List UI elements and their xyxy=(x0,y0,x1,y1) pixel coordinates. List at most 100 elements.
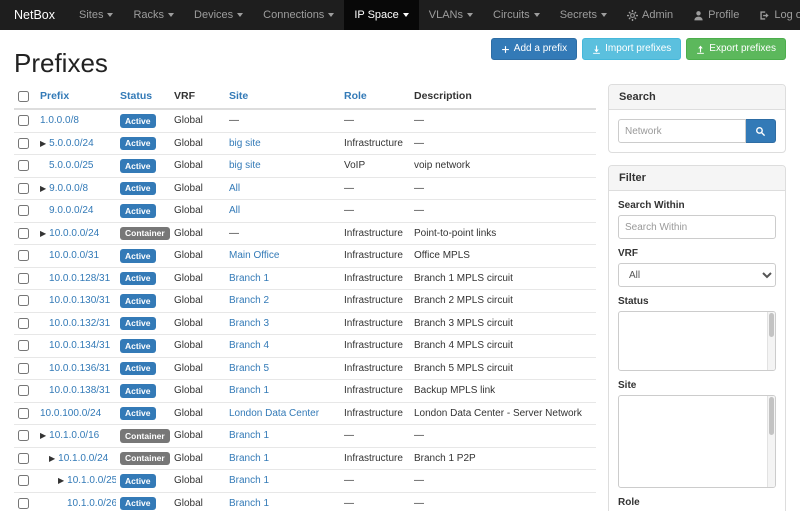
prefix-link[interactable]: 10.0.0.136/31 xyxy=(49,363,110,374)
row-checkbox[interactable] xyxy=(18,138,29,149)
row-checkbox[interactable] xyxy=(18,475,29,486)
prefix-link[interactable]: 10.0.0.128/31 xyxy=(49,273,110,284)
description-cell: — xyxy=(410,470,596,493)
nav-item[interactable]: Circuits xyxy=(483,0,550,30)
status-scrollbar[interactable] xyxy=(767,312,775,370)
site-link[interactable]: Branch 1 xyxy=(229,453,269,464)
prefix-link[interactable]: 10.0.100.0/24 xyxy=(40,408,101,419)
table-row: ▶10.1.0.0/16 Container Global Branch 1 —… xyxy=(14,425,596,448)
vrf-select[interactable]: All xyxy=(618,263,776,287)
row-checkbox[interactable] xyxy=(18,160,29,171)
site-link[interactable]: big site xyxy=(229,138,261,149)
expand-arrow-icon[interactable]: ▶ xyxy=(40,139,46,148)
row-checkbox[interactable] xyxy=(18,115,29,126)
row-checkbox[interactable] xyxy=(18,363,29,374)
status-badge: Container xyxy=(120,452,170,466)
nav-item[interactable]: Sites xyxy=(69,0,123,30)
site-link[interactable]: Branch 1 xyxy=(229,475,269,486)
logout-link[interactable]: Log out xyxy=(749,0,800,30)
prefix-link[interactable]: 9.0.0.0/8 xyxy=(49,183,88,194)
prefix-link[interactable]: 10.1.0.0/24 xyxy=(58,453,108,464)
search-button[interactable] xyxy=(746,119,776,143)
role-label: Role xyxy=(618,497,776,508)
site-link[interactable]: Branch 1 xyxy=(229,385,269,396)
profile-link[interactable]: Profile xyxy=(683,0,749,30)
prefix-link[interactable]: 10.0.0.0/24 xyxy=(49,228,99,239)
prefix-link[interactable]: 9.0.0.0/24 xyxy=(49,205,93,216)
export-prefixes-label: Export prefixes xyxy=(709,43,776,55)
site-link[interactable]: Branch 1 xyxy=(229,498,269,509)
row-checkbox[interactable] xyxy=(18,183,29,194)
status-listbox[interactable] xyxy=(618,311,776,371)
expand-arrow-icon[interactable]: ▶ xyxy=(49,454,55,463)
site-link[interactable]: London Data Center xyxy=(229,408,319,419)
prefix-link[interactable]: 10.0.0.0/31 xyxy=(49,250,99,261)
prefix-link[interactable]: 5.0.0.0/25 xyxy=(49,160,93,171)
column-header-site[interactable]: Site xyxy=(225,84,340,109)
site-link[interactable]: Branch 5 xyxy=(229,363,269,374)
caret-down-icon xyxy=(328,13,334,17)
column-header-status[interactable]: Status xyxy=(116,84,170,109)
nav-item[interactable]: VLANs xyxy=(419,0,483,30)
prefix-link[interactable]: 10.0.0.130/31 xyxy=(49,295,110,306)
nav-item[interactable]: Devices xyxy=(184,0,253,30)
nav-item[interactable]: Secrets xyxy=(550,0,617,30)
row-checkbox[interactable] xyxy=(18,228,29,239)
prefix-link[interactable]: 10.1.0.0/26 xyxy=(67,498,116,509)
column-header-role[interactable]: Role xyxy=(340,84,410,109)
column-header-prefix[interactable]: Prefix xyxy=(36,84,116,109)
site-link[interactable]: Branch 2 xyxy=(229,295,269,306)
expand-arrow-icon[interactable]: ▶ xyxy=(40,431,46,440)
brand-logo[interactable]: NetBox xyxy=(0,0,69,30)
status-badge: Active xyxy=(120,272,156,286)
expand-arrow-icon[interactable]: ▶ xyxy=(40,184,46,193)
nav-item[interactable]: IP Space xyxy=(344,0,418,30)
site-link[interactable]: big site xyxy=(229,160,261,171)
site-scrollbar[interactable] xyxy=(767,396,775,487)
role-cell: — xyxy=(340,200,410,223)
site-link[interactable]: Branch 3 xyxy=(229,318,269,329)
row-checkbox[interactable] xyxy=(18,453,29,464)
search-within-input[interactable] xyxy=(618,215,776,239)
site-link[interactable]: Branch 4 xyxy=(229,340,269,351)
role-cell: — xyxy=(340,425,410,448)
table-row: ▶10.0.0.130/31 Active Global Branch 2 In… xyxy=(14,290,596,313)
status-field: Status xyxy=(618,296,776,371)
row-checkbox[interactable] xyxy=(18,273,29,284)
row-checkbox[interactable] xyxy=(18,340,29,351)
site-link[interactable]: All xyxy=(229,183,240,194)
row-checkbox[interactable] xyxy=(18,385,29,396)
import-prefixes-button[interactable]: Import prefixes xyxy=(582,38,681,60)
row-checkbox[interactable] xyxy=(18,205,29,216)
prefix-link[interactable]: 10.0.0.134/31 xyxy=(49,340,110,351)
admin-link[interactable]: Admin xyxy=(617,0,683,30)
nav-item[interactable]: Connections xyxy=(253,0,344,30)
row-checkbox[interactable] xyxy=(18,430,29,441)
row-checkbox[interactable] xyxy=(18,318,29,329)
prefix-link[interactable]: 10.1.0.0/16 xyxy=(49,430,99,441)
row-checkbox[interactable] xyxy=(18,408,29,419)
expand-arrow-icon[interactable]: ▶ xyxy=(40,229,46,238)
prefix-link[interactable]: 5.0.0.0/24 xyxy=(49,138,93,149)
expand-arrow-icon[interactable]: ▶ xyxy=(58,476,64,485)
export-icon xyxy=(696,45,705,54)
search-input[interactable] xyxy=(618,119,746,143)
site-link[interactable]: Branch 1 xyxy=(229,273,269,284)
select-all-checkbox[interactable] xyxy=(18,91,29,102)
description-cell: voip network xyxy=(410,155,596,178)
row-checkbox[interactable] xyxy=(18,295,29,306)
site-listbox[interactable] xyxy=(618,395,776,488)
site-link[interactable]: Main Office xyxy=(229,250,279,261)
row-checkbox[interactable] xyxy=(18,498,29,509)
prefix-link[interactable]: 10.1.0.0/25 xyxy=(67,475,116,486)
add-prefix-button[interactable]: Add a prefix xyxy=(491,38,577,60)
site-link[interactable]: Branch 1 xyxy=(229,430,269,441)
export-prefixes-button[interactable]: Export prefixes xyxy=(686,38,786,60)
role-cell: Infrastructure xyxy=(340,267,410,290)
nav-item[interactable]: Racks xyxy=(123,0,184,30)
prefix-link[interactable]: 10.0.0.138/31 xyxy=(49,385,110,396)
prefix-link[interactable]: 10.0.0.132/31 xyxy=(49,318,110,329)
row-checkbox[interactable] xyxy=(18,250,29,261)
site-link[interactable]: All xyxy=(229,205,240,216)
prefix-link[interactable]: 1.0.0.0/8 xyxy=(40,115,79,126)
